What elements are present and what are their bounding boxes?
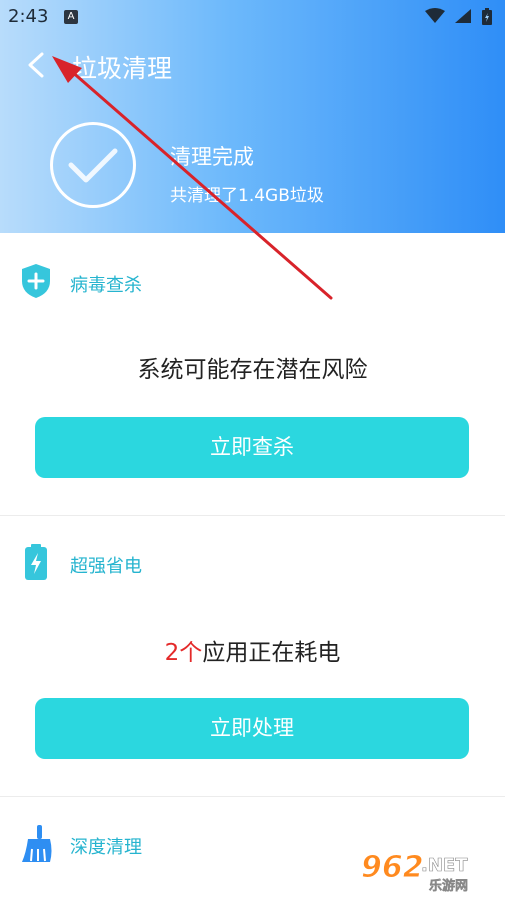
watermark-site: 乐游网: [429, 878, 468, 893]
handle-now-button[interactable]: 立即处理: [35, 698, 469, 759]
status-time: 2:43: [8, 6, 49, 27]
virus-risk-message: 系统可能存在潜在风险: [137, 357, 368, 383]
power-saving-section: 超强省电 2个应用正在耗电 立即处理: [0, 516, 505, 796]
page-title: 垃圾清理: [72, 54, 173, 83]
header-banner: 2:43 A 垃圾清理 清理完成 共清理了1.4GB垃圾: [0, 0, 505, 233]
result-detail: 共清理了1.4GB垃圾: [170, 186, 324, 206]
site-watermark-logo: 962 .NET 乐游网: [359, 847, 497, 895]
chevron-left-icon: [28, 52, 44, 78]
watermark-suffix: .NET: [421, 855, 468, 876]
check-icon: [50, 122, 136, 208]
status-bar: 2:43 A: [0, 0, 505, 34]
battery-icon: [482, 8, 492, 25]
signal-icon: [454, 9, 471, 23]
broom-icon: [22, 825, 52, 862]
scan-now-button[interactable]: 立即查杀: [35, 417, 469, 478]
virus-scan-title: 病毒查杀: [70, 275, 142, 296]
notification-a-icon: A: [64, 10, 78, 24]
result-title: 清理完成: [170, 145, 254, 169]
power-drain-message: 2个应用正在耗电: [0, 633, 505, 667]
deep-clean-title: 深度清理: [70, 837, 142, 858]
draining-app-count: 2个: [164, 640, 203, 666]
power-saving-title: 超强省电: [70, 556, 142, 577]
shield-plus-icon: [22, 264, 50, 298]
watermark-brand: 962: [361, 850, 424, 885]
battery-charge-icon: [25, 544, 47, 580]
status-icons: [421, 8, 493, 27]
back-button[interactable]: [20, 48, 54, 82]
virus-scan-section: 病毒查杀 系统可能存在潜在风险 立即查杀: [0, 233, 505, 515]
wifi-icon: [424, 8, 445, 23]
power-drain-text: 应用正在耗电: [202, 640, 341, 666]
